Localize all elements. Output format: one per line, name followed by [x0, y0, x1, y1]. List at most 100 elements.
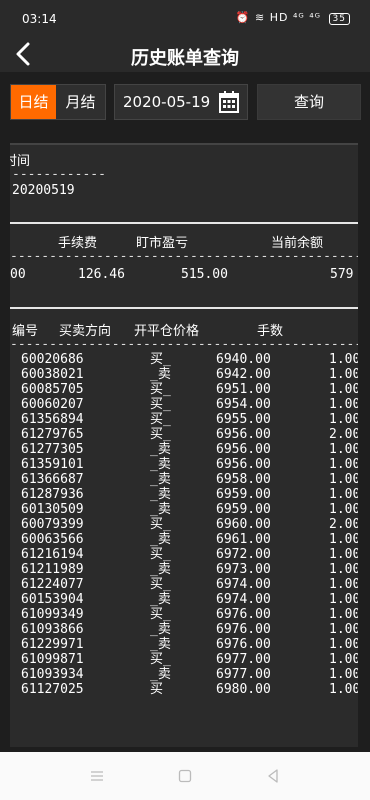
row-direction: 买_ [150, 427, 171, 442]
row-qty: 2.00 [329, 427, 358, 442]
row-qty: 1.00 [329, 547, 358, 562]
row-id: 60063566 [21, 532, 84, 547]
table-row: 60130509 _卖 6959.00 1.00 [10, 502, 358, 517]
row-qty: 1.00 [329, 682, 358, 697]
row-id: 61216194 [21, 547, 84, 562]
row-direction: 买_ [150, 382, 171, 397]
query-button[interactable]: 查询 [257, 84, 361, 120]
row-price: 6980.00 [216, 682, 271, 697]
row-id: 61211989 [21, 562, 84, 577]
home-icon[interactable] [177, 768, 193, 784]
battery-icon: 35 [328, 13, 350, 25]
table-row: 61127025 买 6980.00 1.00 [10, 682, 358, 697]
statement-panel[interactable]: 时间 ------------ 20200519 手续费 盯市盈亏 当前余额 -… [10, 143, 358, 747]
row-qty: 1.00 [329, 652, 358, 667]
row-price: 6940.00 [216, 352, 271, 367]
row-price: 6977.00 [216, 652, 271, 667]
row-direction: _卖 [150, 667, 171, 682]
table-row: 61287936 _卖 6959.00 1.00 [10, 487, 358, 502]
row-qty: 1.00 [329, 622, 358, 637]
val-balance: 579 [330, 267, 354, 282]
status-bar: 03:14 ⏰ ≋ HD ⁴ᴳ ⁴ᴳ 35 [0, 0, 370, 38]
row-direction: _卖 [150, 502, 171, 517]
val-fee: 126.46 [78, 267, 125, 282]
row-price: 6973.00 [216, 562, 271, 577]
row-qty: 1.00 [329, 382, 358, 397]
calendar-icon [219, 91, 239, 113]
table-row: 61216194 买_ 6972.00 1.00 [10, 547, 358, 562]
section-time-label-wrap: 时间 [10, 150, 50, 168]
row-id: 61359101 [21, 457, 84, 472]
row-price: 6976.00 [216, 607, 271, 622]
row-price: 6961.00 [216, 532, 271, 547]
row-price: 6972.00 [216, 547, 271, 562]
row-qty: 1.00 [329, 637, 358, 652]
row-direction: 买_ [150, 607, 171, 622]
monthly-tab[interactable]: 月结 [58, 85, 103, 119]
row-qty: 1.00 [329, 562, 358, 577]
row-direction: 买_ [150, 652, 171, 667]
row-price: 6974.00 [216, 592, 271, 607]
table-row: 60020686 买_ 6940.00 1.00 [10, 352, 358, 367]
row-qty: 1.00 [329, 607, 358, 622]
row-direction: _卖 [150, 457, 171, 472]
row-id: 60020686 [21, 352, 84, 367]
table-row: 61359101 _卖 6956.00 1.00 [10, 457, 358, 472]
date-picker[interactable]: 2020-05-19 [114, 84, 248, 120]
row-price: 6942.00 [216, 367, 271, 382]
row-qty: 1.00 [329, 487, 358, 502]
row-direction: _卖 [150, 472, 171, 487]
row-direction: 买_ [150, 412, 171, 427]
filter-toolbar: 日结 月结 2020-05-19 查询 [0, 72, 370, 138]
row-id: 61224077 [21, 577, 84, 592]
row-qty: 1.00 [329, 442, 358, 457]
section-time-dashes: ------------ [12, 167, 106, 182]
row-direction: _卖 [150, 367, 171, 382]
row-qty: 1.00 [329, 532, 358, 547]
table-row: 61277305 _卖 6956.00 1.00 [10, 442, 358, 457]
row-direction: 买 [150, 682, 164, 697]
table-row: 61366687 _卖 6958.00 1.00 [10, 472, 358, 487]
row-direction: 买_ [150, 547, 171, 562]
row-id: 61287936 [21, 487, 84, 502]
row-price: 6956.00 [216, 427, 271, 442]
row-id: 61229971 [21, 637, 84, 652]
row-direction: 买_ [150, 517, 171, 532]
section-summary-dashes: ----------------------------------------… [10, 249, 358, 264]
daily-tab[interactable]: 日结 [11, 85, 56, 119]
row-id: 61356894 [21, 412, 84, 427]
row-id: 60153904 [21, 592, 84, 607]
menu-icon[interactable] [89, 768, 105, 784]
row-id: 60085705 [21, 382, 84, 397]
table-row: 61356894 买_ 6955.00 1.00 [10, 412, 358, 427]
row-qty: 1.00 [329, 592, 358, 607]
table-row: 60063566 _卖 6961.00 1.00 [10, 532, 358, 547]
table-row: 61224077 买_ 6974.00 1.00 [10, 577, 358, 592]
row-id: 61093866 [21, 622, 84, 637]
row-price: 6951.00 [216, 382, 271, 397]
row-price: 6959.00 [216, 487, 271, 502]
row-price: 6958.00 [216, 472, 271, 487]
status-icons: ⏰ ≋ HD ⁴ᴳ ⁴ᴳ 35 [236, 11, 350, 25]
row-id: 61099349 [21, 607, 84, 622]
val-partial: 00 [10, 267, 26, 282]
row-qty: 1.00 [329, 457, 358, 472]
row-price: 6977.00 [216, 667, 271, 682]
table-row: 61099871 买_ 6977.00 1.00 [10, 652, 358, 667]
row-direction: 买_ [150, 352, 171, 367]
row-direction: _卖 [150, 592, 171, 607]
row-price: 6976.00 [216, 637, 271, 652]
row-direction: _卖 [150, 562, 171, 577]
table-row: 61211989 _卖 6973.00 1.00 [10, 562, 358, 577]
back-icon[interactable] [265, 768, 281, 784]
section-time-value: 20200519 [12, 183, 75, 198]
row-qty: 1.00 [329, 412, 358, 427]
row-direction: _卖 [150, 442, 171, 457]
row-id: 60038021 [21, 367, 84, 382]
row-qty: 1.00 [329, 577, 358, 592]
row-direction: _卖 [150, 532, 171, 547]
row-qty: 2.00 [329, 517, 358, 532]
row-qty: 1.00 [329, 352, 358, 367]
row-qty: 1.00 [329, 472, 358, 487]
period-toggle: 日结 月结 [10, 84, 106, 120]
